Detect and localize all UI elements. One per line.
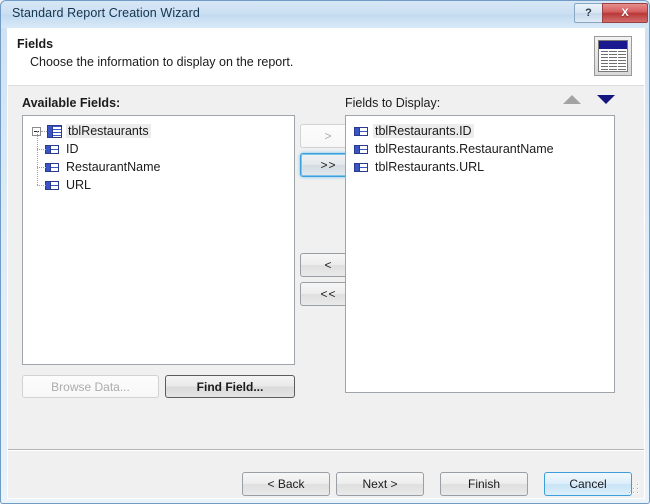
close-icon: X [621, 7, 629, 19]
cancel-label: Cancel [569, 477, 607, 491]
next-label: Next > [362, 477, 398, 491]
fields-to-display-list[interactable]: tblRestaurants.ID tblRestaurants.Restaur… [345, 115, 615, 393]
window-controls: ? X [574, 3, 648, 23]
tree-item-label: RestaurantName [66, 160, 161, 174]
window-title: Standard Report Creation Wizard [12, 6, 200, 20]
report-table-icon [594, 36, 632, 76]
page-subtitle: Choose the information to display on the… [30, 55, 294, 69]
tree-item-id[interactable]: ID [23, 131, 294, 158]
fields-to-display-label: Fields to Display: [345, 96, 441, 110]
tree-item-label: URL [66, 178, 92, 192]
footer-separator [8, 449, 644, 451]
back-label: < Back [267, 477, 305, 491]
available-fields-tree[interactable]: tblRestaurants ID RestaurantName URL [22, 115, 295, 365]
field-icon [45, 144, 59, 154]
tree-item-restaurantname[interactable]: RestaurantName [23, 149, 294, 176]
page-banner: Fields Choose the information to display… [8, 28, 644, 86]
fields-panel: Available Fields: tblRestaurants ID Rest… [8, 86, 644, 441]
list-item-label: tblRestaurants.ID [373, 124, 474, 138]
field-icon [45, 180, 59, 190]
field-icon [354, 126, 368, 136]
available-fields-label: Available Fields: [22, 96, 121, 110]
field-icon [354, 162, 368, 172]
browse-data-label: Browse Data... [51, 379, 130, 394]
list-item-label: tblRestaurants.URL [375, 160, 485, 174]
client-area: Fields Choose the information to display… [7, 28, 645, 499]
back-button[interactable]: < Back [242, 472, 330, 496]
help-icon: ? [585, 7, 592, 19]
move-all-right-label: >> [320, 158, 337, 172]
title-bar: Standard Report Creation Wizard ? X [1, 1, 649, 28]
cancel-button[interactable]: Cancel [544, 472, 632, 496]
find-field-label: Find Field... [196, 379, 264, 394]
list-item[interactable]: tblRestaurants.RestaurantName [346, 140, 614, 158]
find-field-button[interactable]: Find Field... [165, 375, 295, 398]
next-button[interactable]: Next > [336, 472, 424, 496]
move-left-label: < [324, 258, 333, 272]
list-item[interactable]: tblRestaurants.URL [346, 158, 614, 176]
arrow-down-icon[interactable] [597, 95, 615, 104]
resize-grip[interactable] [629, 484, 642, 497]
finish-button[interactable]: Finish [440, 472, 528, 496]
sort-controls [563, 95, 615, 104]
help-button[interactable]: ? [574, 3, 602, 23]
list-item[interactable]: tblRestaurants.ID [346, 122, 614, 140]
database-table-icon [47, 124, 62, 138]
finish-label: Finish [467, 477, 500, 491]
wizard-footer: < Back Next > Finish Cancel [8, 452, 644, 498]
page-title: Fields [17, 37, 54, 51]
close-button[interactable]: X [602, 3, 648, 23]
field-icon [354, 144, 368, 154]
tree-item-url[interactable]: URL [23, 167, 294, 194]
wizard-window: Standard Report Creation Wizard ? X Fiel… [0, 0, 650, 504]
browse-data-button[interactable]: Browse Data... [22, 375, 159, 398]
tree-node-tblrestaurants[interactable]: tblRestaurants [23, 122, 294, 140]
move-all-left-label: << [320, 287, 337, 301]
move-right-label: > [324, 129, 333, 143]
tree-item-label: ID [66, 142, 79, 156]
arrow-up-icon[interactable] [563, 95, 581, 104]
field-icon [45, 162, 59, 172]
tree-node-label: tblRestaurants [66, 124, 151, 138]
list-item-label: tblRestaurants.RestaurantName [375, 142, 554, 156]
